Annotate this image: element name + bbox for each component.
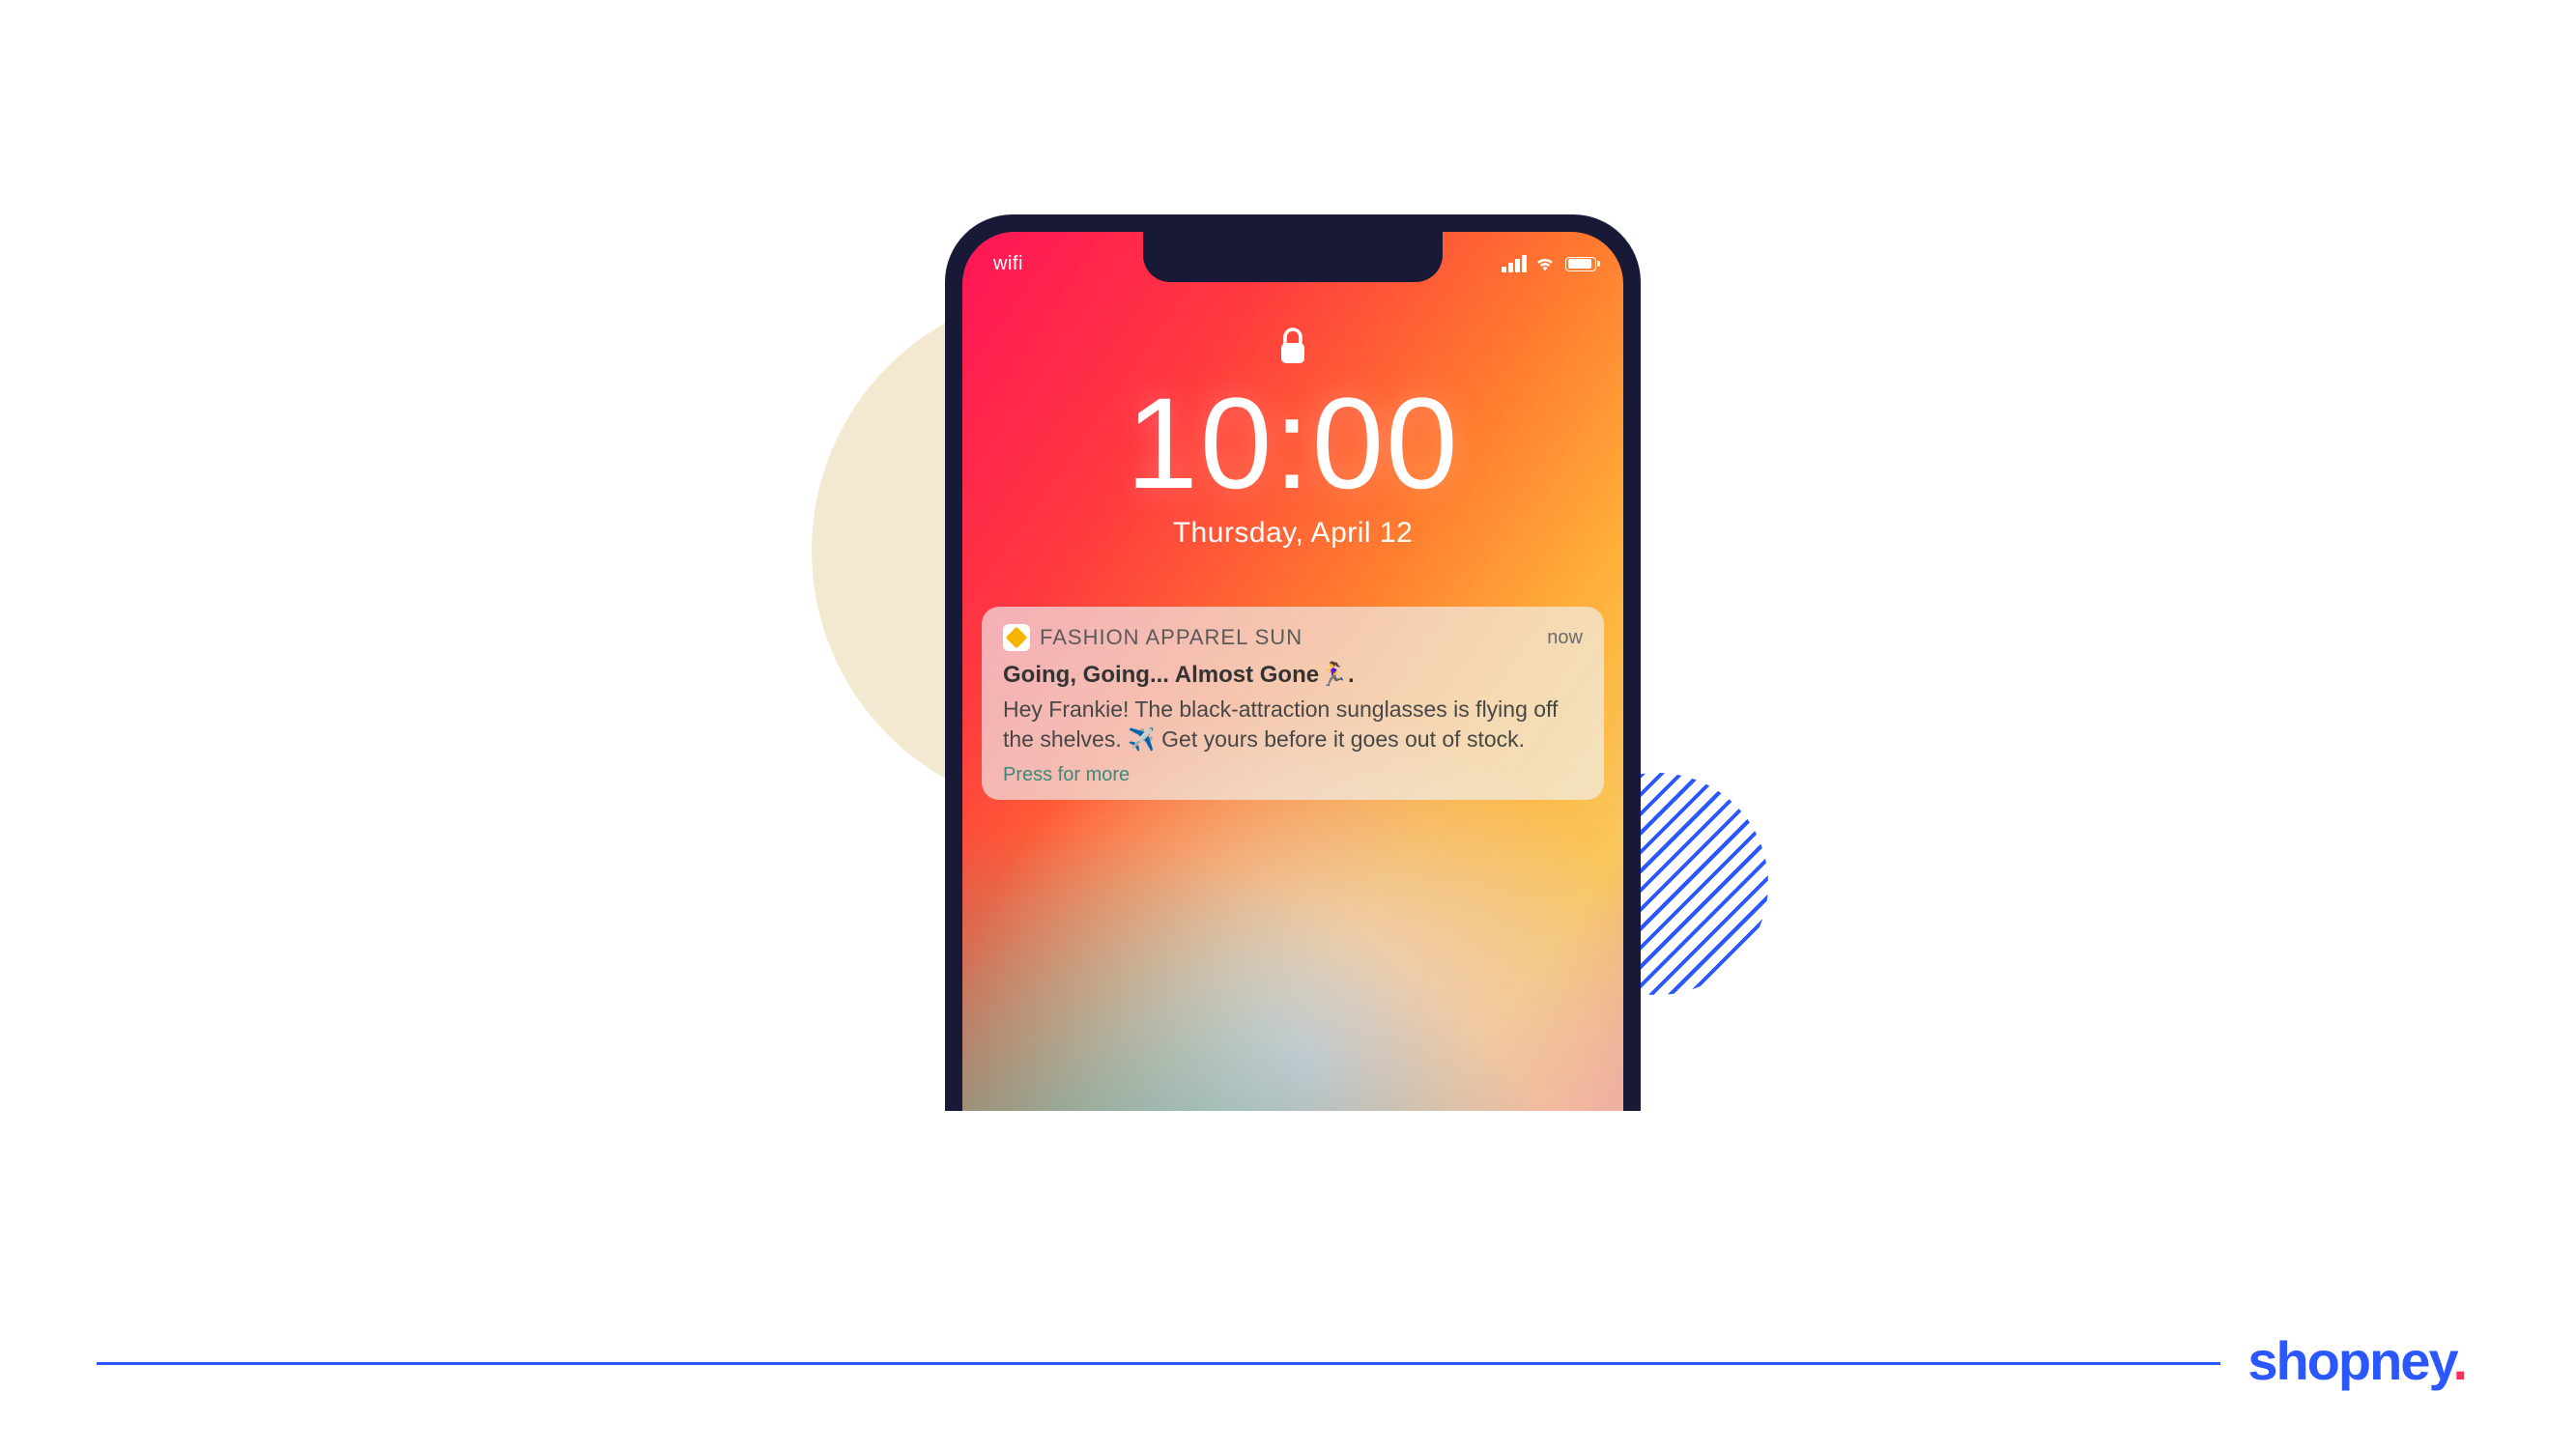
brand-dot: . <box>2452 1330 2466 1391</box>
lockscreen-time: 10:00 <box>962 377 1623 513</box>
brand-name: shopney <box>2247 1330 2452 1391</box>
status-right-cluster <box>1500 255 1596 272</box>
phone-clip: wifi <box>945 214 1641 1111</box>
notification-timestamp: now <box>1547 627 1583 649</box>
lockscreen-date: Thursday, April 12 <box>962 517 1623 550</box>
phone-frame: wifi <box>945 214 1641 1111</box>
wifi-icon <box>1534 255 1556 272</box>
push-notification-card[interactable]: FASHION APPAREL SUN now Going, Going... … <box>982 607 1604 800</box>
footer-divider-line <box>97 1362 2479 1365</box>
notification-body: Hey Frankie! The black-attraction sungla… <box>1003 695 1583 754</box>
notification-app-name: FASHION APPAREL SUN <box>1040 625 1537 650</box>
notification-header: FASHION APPAREL SUN now <box>1003 624 1583 651</box>
illustration-canvas: wifi <box>0 0 2576 1450</box>
status-network-label: wifi <box>993 253 1023 275</box>
cellular-signal-icon <box>1500 255 1527 272</box>
lockscreen-clock: 10:00 Thursday, April 12 <box>962 377 1623 550</box>
battery-icon <box>1565 257 1596 271</box>
notification-title: Going, Going... Almost Gone🏃‍♀️. <box>1003 661 1583 689</box>
lock-icon-wrap <box>962 327 1623 372</box>
notification-action-hint[interactable]: Press for more <box>1003 764 1583 786</box>
lock-icon <box>1277 327 1308 372</box>
phone-notch <box>1143 232 1443 282</box>
brand-logo: shopney. <box>2220 1329 2479 1392</box>
phone-screen: wifi <box>962 232 1623 1111</box>
notification-app-icon <box>1003 624 1030 651</box>
